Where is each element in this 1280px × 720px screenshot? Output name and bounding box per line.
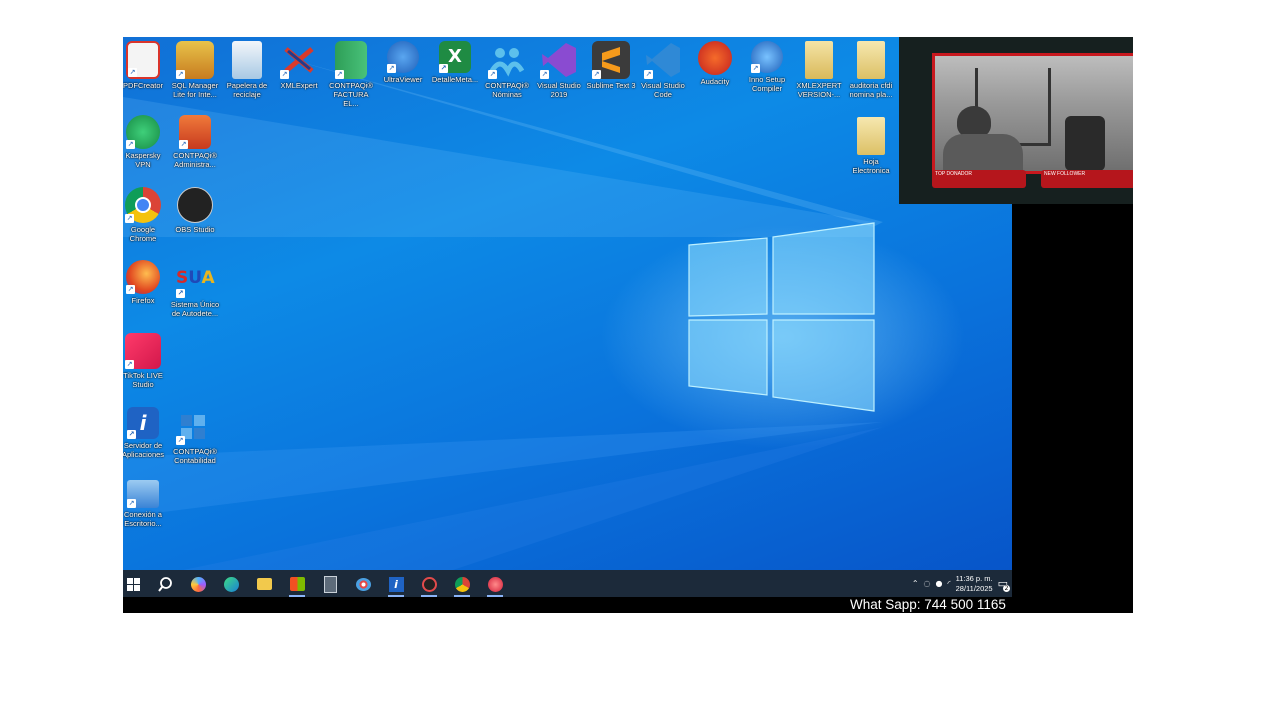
- search-button[interactable]: [155, 574, 175, 594]
- desktop-icon-google-chrome[interactable]: ↗ Google Chrome: [123, 187, 169, 243]
- excel-icon: X ↗: [439, 41, 471, 73]
- desktop-icon-audacity[interactable]: Audacity: [689, 41, 741, 86]
- chrome-icon: [454, 576, 470, 592]
- tiktok-icon: ↗: [125, 333, 161, 369]
- desktop-icon-servidor-aplicaciones[interactable]: i ↗ Servidor de Aplicaciones: [123, 407, 169, 459]
- taskbar-edge[interactable]: [221, 574, 241, 594]
- servidor-aplicaciones-icon: i: [388, 576, 404, 592]
- vscode-icon: ↗: [644, 41, 682, 79]
- notification-count: 2: [1003, 585, 1010, 592]
- taskbar-store[interactable]: [287, 574, 307, 597]
- app-icon: [487, 576, 503, 592]
- taskbar-chrome[interactable]: [452, 574, 472, 597]
- desktop-icon-vscode[interactable]: ↗ Visual Studio Code: [637, 41, 689, 99]
- desktop-icon-contpaqi-nominas[interactable]: ↗ CONTPAQi® Nóminas: [481, 41, 533, 99]
- desktop-icon-firefox[interactable]: ↗ Firefox: [123, 260, 169, 305]
- firefox-icon: ↗: [126, 260, 160, 294]
- sublime-text-icon: ↗: [592, 41, 630, 79]
- xmlexpert-icon: ↗: [280, 41, 318, 79]
- network-icon[interactable]: ◌: [924, 579, 931, 588]
- desktop-icon-xmlexpert-version[interactable]: XMLEXPERT VERSION-...: [793, 41, 845, 99]
- taskbar-obs[interactable]: [419, 574, 439, 597]
- microphone-icon[interactable]: ●: [936, 579, 943, 588]
- folder-zip-icon: [857, 117, 885, 155]
- recycle-bin-icon: [232, 41, 262, 79]
- folder-icon: [256, 578, 272, 590]
- webcam-video: [932, 53, 1133, 174]
- video-frame: ↗ PDFCreator ↗ SQL Manager Lite for Inte…: [123, 37, 1133, 613]
- clock-date: 28/11/2025: [955, 583, 993, 593]
- person-body: [943, 134, 1023, 171]
- chrome-icon: ↗: [125, 187, 161, 223]
- desktop-icon-hoja-electronica[interactable]: Hoja Electronica: [845, 117, 897, 175]
- desktop-icon-kaspersky[interactable]: ↗ Kaspersky VPN: [123, 115, 169, 169]
- taskbar-paint[interactable]: [353, 574, 373, 594]
- sua-icon: SUA ↗: [176, 268, 215, 298]
- desktop-icon-auditoria[interactable]: auditoria cfdi nomina pla...: [845, 41, 897, 99]
- wifi-icon[interactable]: ◜: [948, 579, 951, 588]
- obs-icon: [177, 187, 213, 223]
- sql-manager-icon: ↗: [176, 41, 214, 79]
- whatsapp-overlay-text: What Sapp: 744 500 1165: [850, 597, 1006, 612]
- folder-zip-icon: [857, 41, 885, 79]
- webcam-overlay: TOP DONADOR NEW FOLLOWER: [899, 37, 1133, 204]
- taskbar-calculator[interactable]: [320, 574, 340, 594]
- desktop-icon-obs-studio[interactable]: OBS Studio: [169, 187, 221, 234]
- calculator-icon: [323, 575, 337, 593]
- clock[interactable]: 11:36 p. m. 28/11/2025: [956, 574, 993, 594]
- visual-studio-icon: ↗: [540, 41, 578, 79]
- taskbar: i ⌃ ◌ ● ◜ 11:36 p. m. 28/11/2025 ▭ 2: [123, 570, 1012, 597]
- audacity-icon: [698, 41, 732, 75]
- desktop-icon-contpaqi-contabilidad[interactable]: ↗ CONTPAQi® Contabilidad: [169, 407, 221, 465]
- desktop-icon-sublime-text[interactable]: ↗ Sublime Text 3: [585, 41, 637, 90]
- desktop-icon-contpaqi-admin[interactable]: ↗ CONTPAQi® Administra...: [169, 115, 221, 169]
- edge-icon: [223, 576, 239, 592]
- system-tray: ⌃ ◌ ● ◜ 11:36 p. m. 28/11/2025 ▭ 2: [912, 570, 1010, 597]
- paint-icon: [355, 577, 371, 591]
- search-icon: [157, 576, 172, 592]
- chevron-up-icon[interactable]: ⌃: [912, 579, 919, 588]
- pdfcreator-icon: ↗: [126, 41, 160, 79]
- kaspersky-icon: ↗: [126, 115, 160, 149]
- remote-desktop-icon: ↗: [127, 480, 159, 508]
- desktop-icon-contpaqi-factura[interactable]: ↗ CONTPAQi® FACTURA EL...: [325, 41, 377, 108]
- desktop-icon-xmlexpert[interactable]: ↗ XMLExpert: [273, 41, 325, 90]
- webcam-label-right: NEW FOLLOWER: [1041, 170, 1133, 188]
- desktop-icon-detallemeta[interactable]: X ↗ DetalleMeta...: [429, 41, 481, 84]
- windows-desktop: ↗ PDFCreator ↗ SQL Manager Lite for Inte…: [123, 37, 1012, 570]
- taskbar-app[interactable]: [485, 574, 505, 597]
- start-button[interactable]: [123, 574, 143, 594]
- desktop-icon-pdfcreator[interactable]: ↗ PDFCreator: [123, 41, 169, 90]
- desktop-icon-ultraviewer[interactable]: ↗ UltraViewer: [377, 41, 429, 84]
- windows-icon: [126, 577, 140, 591]
- store-icon: [289, 577, 305, 591]
- folder-zip-icon: [805, 41, 833, 79]
- taskbar-copilot[interactable]: [188, 574, 208, 594]
- contpaqi-contabilidad-icon: ↗: [176, 407, 214, 445]
- inno-setup-icon: ↗: [751, 41, 783, 73]
- copilot-icon: [190, 576, 206, 592]
- clock-time: 11:36 p. m.: [955, 573, 993, 583]
- chair: [1065, 116, 1105, 171]
- desktop-icon-remote-desktop[interactable]: ↗ Conexión a Escritorio...: [123, 480, 169, 528]
- webcam-label-left: TOP DONADOR: [932, 170, 1026, 188]
- taskbar-file-explorer[interactable]: [254, 574, 274, 594]
- contpaqi-nominas-icon: ↗: [488, 41, 526, 79]
- servidor-aplicaciones-icon: i ↗: [127, 407, 159, 439]
- desktop-icon-sql-manager[interactable]: ↗ SQL Manager Lite for Inte...: [169, 41, 221, 99]
- obs-icon: [421, 576, 437, 592]
- taskbar-servidor-aplicaciones[interactable]: i: [386, 574, 406, 597]
- notification-button[interactable]: ▭ 2: [998, 577, 1010, 592]
- contpaqi-factura-icon: ↗: [335, 41, 367, 79]
- contpaqi-admin-icon: ↗: [179, 115, 211, 149]
- desktop-icon-recycle-bin[interactable]: Papelera de reciclaje: [221, 41, 273, 99]
- ultraviewer-icon: ↗: [387, 41, 419, 73]
- desktop-icon-tiktok-live[interactable]: ↗ TikTok LIVE Studio: [123, 333, 169, 389]
- desktop-icon-inno-setup[interactable]: ↗ Inno Setup Compiler: [741, 41, 793, 93]
- desktop-icon-visual-studio-2019[interactable]: ↗ Visual Studio 2019: [533, 41, 585, 99]
- desktop-icon-sua[interactable]: SUA ↗ Sistema Único de Autodete...: [169, 260, 221, 318]
